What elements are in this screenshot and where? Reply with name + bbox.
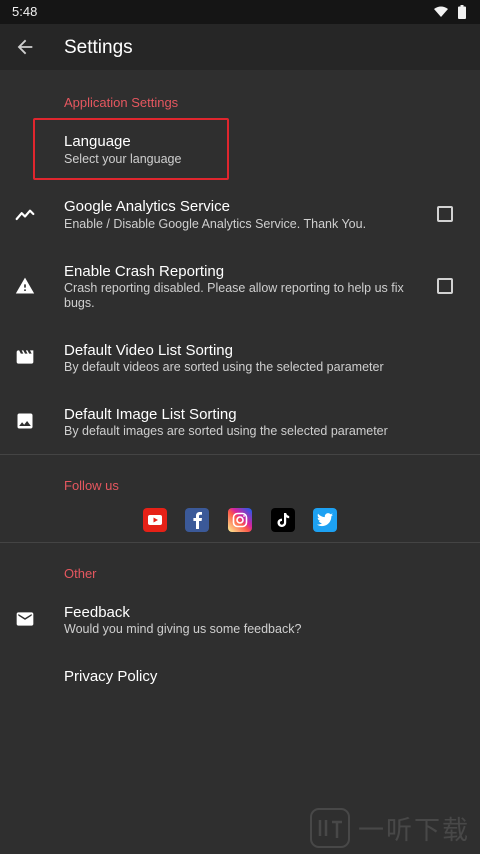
language-pref[interactable]: Language Select your language — [0, 118, 480, 176]
analytics-pref[interactable]: Google Analytics Service Enable / Disabl… — [0, 190, 480, 246]
battery-icon — [458, 5, 466, 19]
watermark: 一听下载 — [309, 808, 470, 848]
analytics-trend-icon — [15, 209, 35, 221]
facebook-icon[interactable] — [185, 508, 209, 532]
back-arrow-icon[interactable] — [14, 36, 36, 58]
privacy-policy-title: Privacy Policy — [64, 668, 158, 685]
image-icon — [17, 413, 33, 429]
app-bar: Settings — [0, 24, 480, 70]
image-sorting-title: Default Image List Sorting — [64, 406, 237, 423]
video-sorting-summary: By default videos are sorted using the s… — [64, 360, 384, 374]
status-time: 5:48 — [12, 4, 38, 19]
system-icons — [434, 5, 466, 19]
feedback-title: Feedback — [64, 604, 130, 621]
image-sorting-summary: By default images are sorted using the s… — [64, 424, 388, 438]
video-sorting-title: Default Video List Sorting — [64, 342, 233, 359]
crash-reporting-checkbox[interactable] — [437, 278, 453, 294]
status-bar: 5:48 — [0, 0, 480, 24]
image-sorting-pref[interactable]: Default Image List Sorting By default im… — [0, 399, 480, 449]
video-clapper-icon — [16, 350, 34, 364]
twitter-icon[interactable] — [313, 508, 337, 532]
section-divider — [0, 454, 480, 455]
feedback-summary: Would you mind giving us some feedback? — [64, 622, 302, 636]
feedback-pref[interactable]: Feedback Would you mind giving us some f… — [0, 597, 480, 647]
youtube-icon[interactable] — [143, 508, 167, 532]
mail-icon — [16, 612, 34, 626]
language-summary: Select your language — [64, 152, 182, 166]
analytics-checkbox[interactable] — [437, 206, 453, 222]
warning-icon — [15, 277, 35, 294]
section-divider — [0, 542, 480, 543]
section-header-follow-us: Follow us — [64, 478, 119, 493]
analytics-summary: Enable / Disable Google Analytics Servic… — [64, 217, 367, 231]
page-title: Settings — [64, 37, 133, 58]
language-title: Language — [64, 133, 131, 150]
crash-reporting-summary: Crash reporting disabled. Please allow r… — [64, 281, 404, 310]
tiktok-icon[interactable] — [271, 508, 295, 532]
section-header-application-settings: Application Settings — [64, 95, 179, 110]
privacy-policy-pref[interactable]: Privacy Policy — [0, 660, 480, 694]
crash-reporting-title: Enable Crash Reporting — [64, 263, 225, 280]
watermark-logo-icon — [309, 808, 350, 848]
wifi-icon — [434, 6, 448, 17]
analytics-title: Google Analytics Service — [64, 198, 230, 215]
instagram-icon[interactable] — [228, 508, 252, 532]
watermark-text: 一听下载 — [357, 815, 470, 846]
video-sorting-pref[interactable]: Default Video List Sorting By default vi… — [0, 335, 480, 385]
section-header-other: Other — [64, 566, 97, 581]
crash-reporting-pref[interactable]: Enable Crash Reporting Crash reporting d… — [0, 256, 480, 316]
